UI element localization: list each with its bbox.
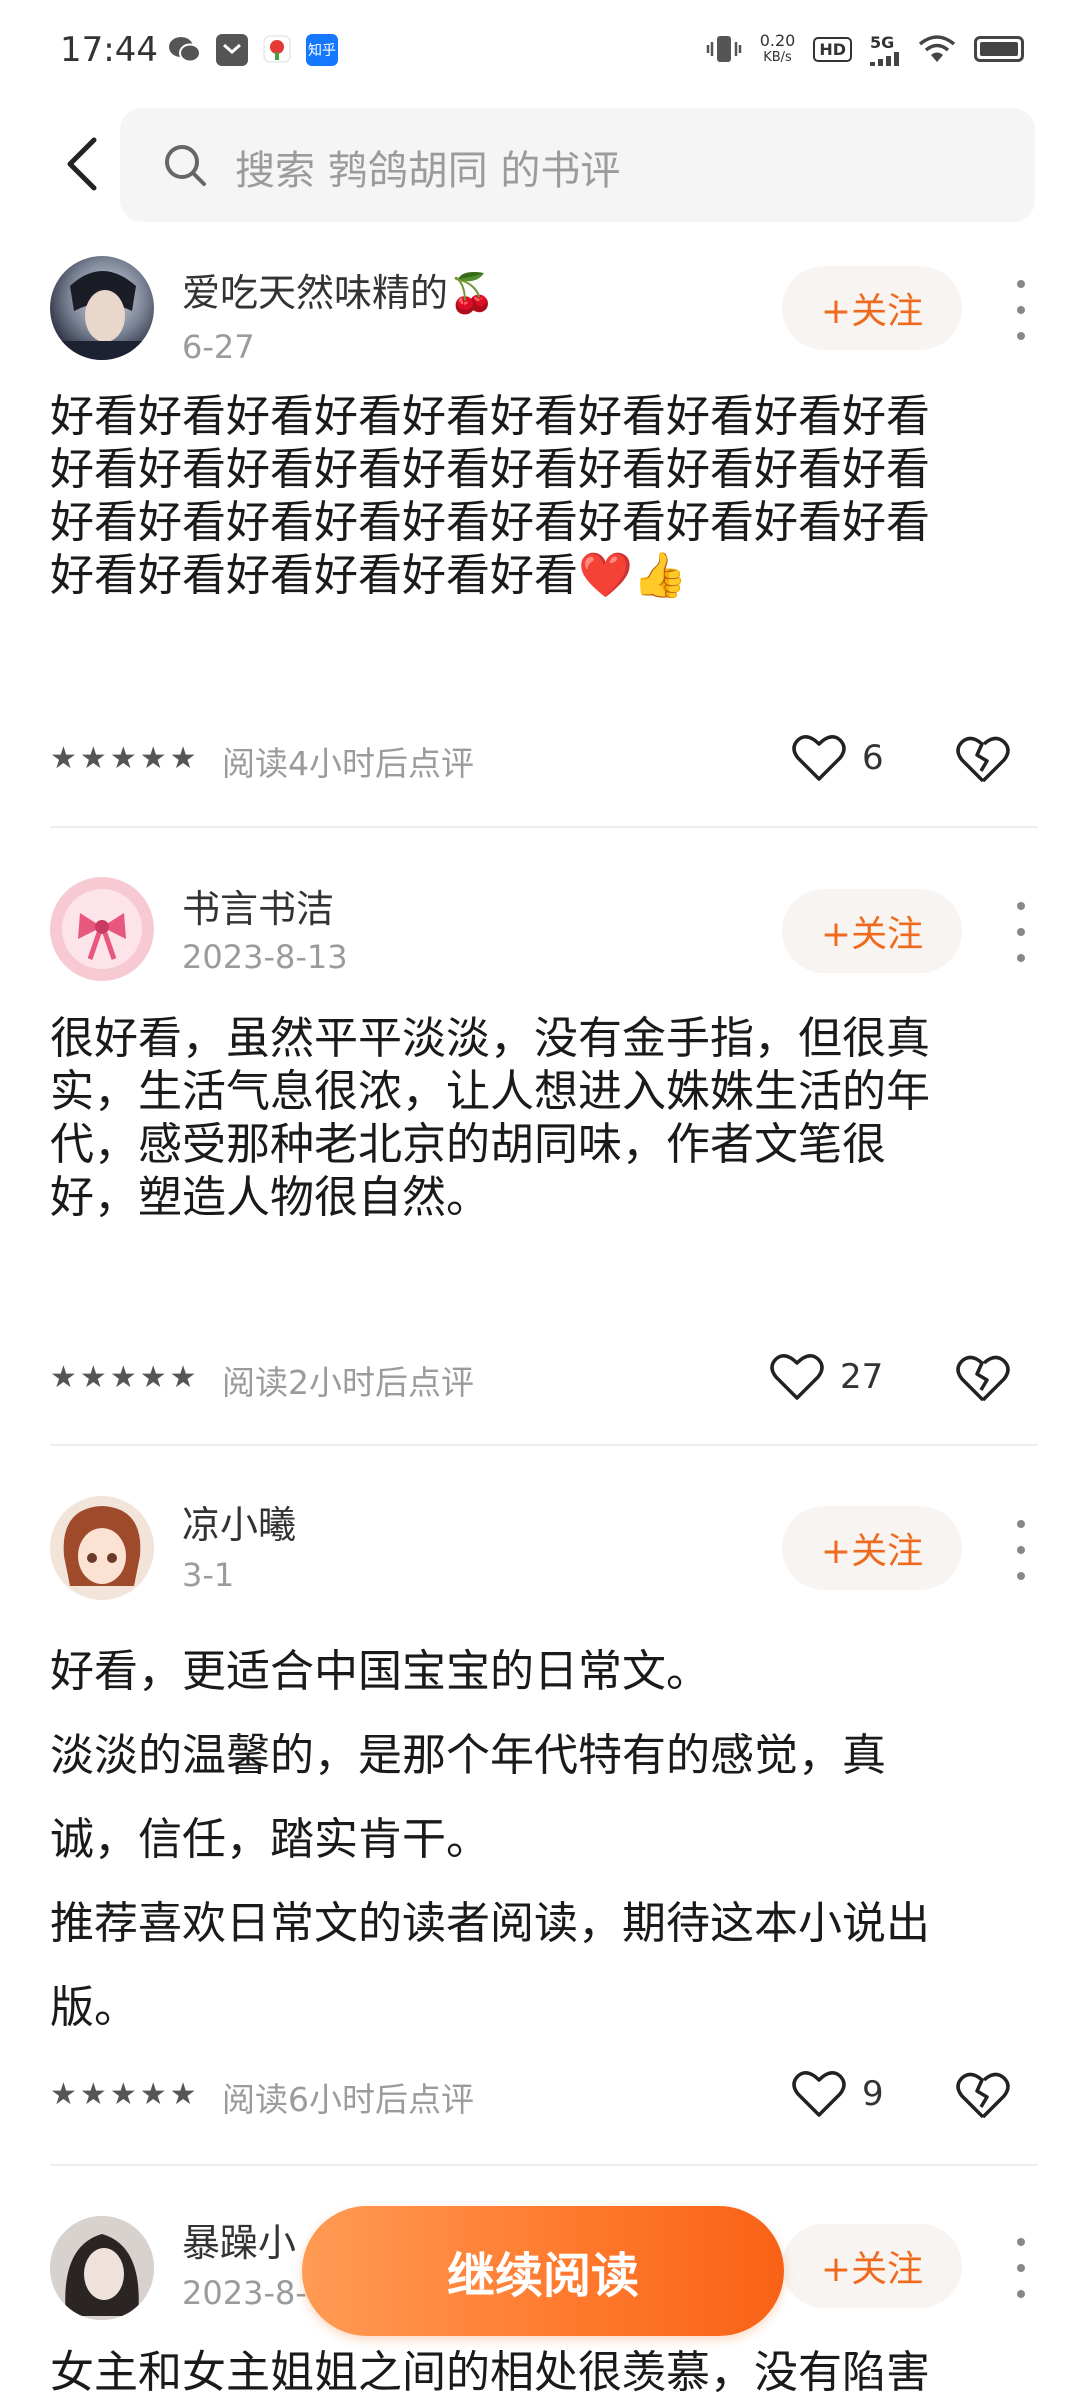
anime-girl-icon [63,1506,141,1586]
read-note: 阅读2小时后点评 [222,1363,474,1402]
wifi-icon [918,35,956,62]
username[interactable]: 书言书洁 [182,878,334,933]
star-icon: ★ [50,741,77,776]
review-text: 好看，更适合中国宝宝的日常文。 淡淡的温馨的，是那个年代特有的感觉，真 诚，信任… [50,1646,930,2033]
review-date: 2023-8- [182,2274,307,2312]
avatar-portrait-icon [50,2216,154,2320]
review-date: 6-27 [182,328,255,366]
status-bar: 17:44 知乎 0.20 KB/s HD 5G [0,0,1080,100]
system-indicators: 0.20 KB/s HD 5G [706,32,1024,66]
star-icon: ★ [169,2077,197,2112]
like-button[interactable]: 9 [792,2069,884,2119]
status-time: 17:44 [60,30,158,70]
heart-icon [770,1354,824,1400]
divider [50,826,1038,828]
like-button[interactable]: 27 [770,1352,883,1402]
star-icon: ★ [139,741,167,776]
star-icon: ★ [79,741,107,776]
zhihu-icon: 知乎 [306,34,338,66]
read-note: 阅读6小时后点评 [222,2080,474,2119]
notification-icons: 知乎 [168,34,338,66]
username[interactable]: 凉小曦 [182,1494,296,1549]
star-icon: ★ [109,1360,137,1395]
star-icon: ★ [139,1360,167,1395]
username[interactable]: 爱吃天然味精的🍒 [182,262,495,317]
star-icon: ★ [169,1360,197,1395]
review-text: 女主和女主姐姐之间的相处很羡慕，没有陷害 [50,2347,930,2398]
star-icon: ★ [50,1360,77,1395]
star-icon: ★ [79,2077,107,2112]
cellular-signal: 5G [870,33,900,66]
broken-heart-icon[interactable] [955,2069,1011,2121]
broken-heart-icon[interactable] [955,1352,1011,1404]
like-button[interactable]: 6 [792,733,884,783]
signal-icon [870,51,899,66]
message-app-icon [216,34,248,66]
divider [50,2164,1038,2166]
avatar [50,1496,154,1600]
network-type: 5G [870,32,895,52]
avatar [50,256,154,360]
star-icon: ★ [169,741,197,776]
more-options-icon[interactable] [1010,902,1032,962]
star-icon: ★ [109,2077,137,2112]
search-icon [165,145,206,186]
more-options-icon[interactable] [1010,1520,1032,1580]
star-rating: ★ ★ ★ ★ ★ [50,2078,197,2112]
net-speed-value: 0.20 [759,31,796,50]
like-count: 6 [862,738,884,778]
broken-heart-icon[interactable] [955,733,1011,785]
wechat-icon [169,37,201,63]
like-count: 27 [840,1357,884,1397]
review-text: 好看好看好看好看好看好看好看好看好看好看 好看好看好看好看好看好看好看好看好看好… [50,391,930,601]
username[interactable]: 暴躁小 [182,2212,296,2267]
read-note: 阅读4小时后点评 [222,744,474,783]
battery-icon [974,36,1024,62]
star-icon: ★ [139,2077,167,2112]
star-icon: ★ [79,1360,107,1395]
star-rating: ★ ★ ★ ★ ★ [50,1361,197,1395]
divider [50,1444,1038,1446]
follow-button[interactable]: +关注 [782,1506,962,1590]
follow-button[interactable]: +关注 [782,266,962,350]
hd-badge: HD [813,36,852,62]
star-rating: ★ ★ ★ ★ ★ [50,742,197,776]
avatar [50,877,154,981]
search-box[interactable]: 搜索 鹁鸽胡同 的书评 [120,108,1035,222]
net-speed-unit: KB/s [763,50,792,65]
search-header: 搜索 鹁鸽胡同 的书评 [0,100,1080,230]
ribbon-bow-icon [62,889,142,969]
more-options-icon[interactable] [1010,2238,1032,2298]
avatar [50,2216,154,2320]
vibrate-icon [706,36,741,62]
search-input[interactable]: 搜索 鹁鸽胡同 的书评 [235,138,620,196]
map-pin-icon [263,35,291,63]
net-speed: 0.20 KB/s [760,32,796,66]
star-icon: ★ [50,2077,77,2112]
continue-reading-button[interactable]: 继续阅读 [302,2206,784,2336]
back-icon[interactable] [56,132,116,196]
more-options-icon[interactable] [1010,280,1032,340]
follow-button[interactable]: +关注 [782,889,962,973]
heart-icon [792,735,846,781]
avatar-portrait-icon [50,271,154,360]
star-icon: ★ [109,741,137,776]
heart-icon [792,2071,846,2117]
review-date: 3-1 [182,1556,235,1594]
follow-button[interactable]: +关注 [782,2224,962,2308]
review-text: 很好看，虽然平平淡淡，没有金手指，但很真 实，生活气息很浓，让人想进入姝姝生活的… [50,1013,930,1223]
review-date: 2023-8-13 [182,938,348,976]
like-count: 9 [862,2074,884,2114]
